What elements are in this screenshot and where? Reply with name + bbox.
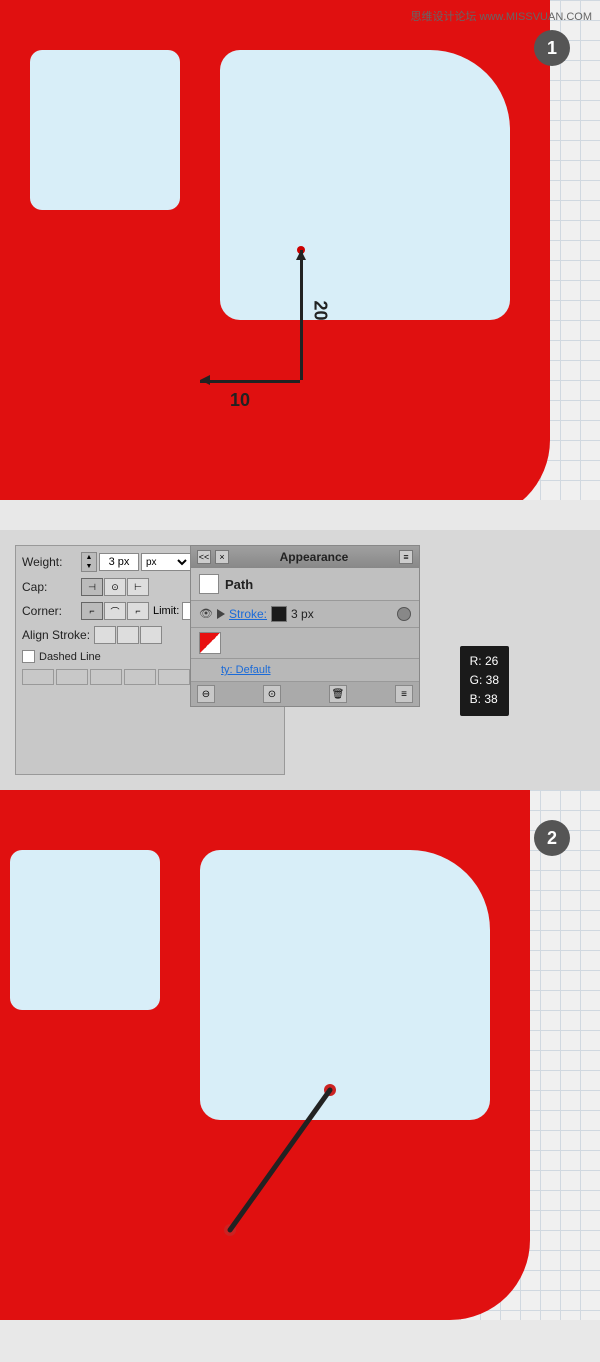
window-left-top: [30, 50, 180, 210]
spin-down[interactable]: ▼: [82, 562, 96, 571]
dash-box-2: [56, 669, 88, 685]
section-bottom: 2: [0, 790, 600, 1350]
cap-round[interactable]: ⊙: [104, 578, 126, 596]
fill-swatch[interactable]: [199, 632, 221, 654]
rgb-b: B: 38: [470, 690, 499, 709]
watermark: 思维设计论坛 www.MISSVUAN.COM: [410, 8, 592, 24]
appearance-path-row: Path: [191, 568, 419, 601]
section-middle: Weight: ▲ ▼ px pt Cap: ⊣ ⊙ ⊢: [0, 530, 600, 790]
corner-label: Corner:: [22, 604, 77, 618]
panel-bottom-bar: ⊖ ⊙ 🗑 ≡: [191, 682, 419, 706]
rgb-r: R: 26: [470, 652, 499, 671]
path-label: Path: [225, 577, 253, 592]
stroke-circle-btn[interactable]: [397, 607, 411, 621]
panel-close-btn[interactable]: ×: [215, 550, 229, 564]
dash-box-5: [158, 669, 190, 685]
panel-bottom-btn-3[interactable]: 🗑: [329, 685, 347, 703]
expand-icon[interactable]: [217, 609, 225, 619]
panel-bottom-btn-1[interactable]: ⊖: [197, 685, 215, 703]
align-outside[interactable]: [140, 626, 162, 644]
corner-bevel[interactable]: ⌐: [127, 602, 149, 620]
diagonal-line: [230, 1090, 330, 1230]
align-inside[interactable]: [117, 626, 139, 644]
panel-bottom-btn-4[interactable]: ≡: [395, 685, 413, 703]
stroke-px-value: 3 px: [291, 607, 314, 621]
rgb-tooltip: R: 26 G: 38 B: 38: [460, 646, 509, 716]
dash-box-1: [22, 669, 54, 685]
align-label: Align Stroke:: [22, 628, 90, 642]
corner-round[interactable]: ⌒: [104, 602, 126, 620]
panel-bottom-btn-2[interactable]: ⊙: [263, 685, 281, 703]
cap-buttons: ⊣ ⊙ ⊢: [81, 578, 149, 596]
stroke-color-swatch[interactable]: [271, 606, 287, 622]
stroke-link[interactable]: Stroke:: [229, 607, 267, 621]
spin-box[interactable]: ▲ ▼: [81, 552, 97, 572]
cap-label: Cap:: [22, 580, 77, 594]
opacity-row: ty: Default: [191, 659, 419, 682]
diagonal-line-container: [180, 1060, 380, 1260]
weight-label: Weight:: [22, 555, 77, 569]
weight-input-group: ▲ ▼ px pt: [81, 552, 191, 572]
eye-icon[interactable]: 👁: [199, 607, 213, 621]
panel-collapse-btn[interactable]: <<: [197, 550, 211, 564]
path-icon: [199, 574, 219, 594]
section-top: 1 20 10: [0, 0, 600, 530]
weight-value-input[interactable]: [99, 553, 139, 571]
window-left-bottom: [10, 850, 160, 1010]
spin-up[interactable]: ▲: [82, 553, 96, 562]
step-badge-1: 1: [534, 30, 570, 66]
white-strip-bottom: [0, 1320, 600, 1350]
appearance-panel-title: Appearance: [280, 550, 349, 564]
dash-box-3: [90, 669, 122, 685]
arrow-vertical-top: [300, 250, 303, 380]
cap-square[interactable]: ⊢: [127, 578, 149, 596]
panel-menu-btn[interactable]: ≡: [399, 550, 413, 564]
label-10: 10: [230, 390, 250, 411]
opacity-label[interactable]: ty: Default: [221, 664, 271, 676]
dashed-checkbox[interactable]: [22, 650, 35, 663]
label-20: 20: [310, 300, 331, 320]
corner-miter[interactable]: ⌐: [81, 602, 103, 620]
align-stroke-buttons: [94, 626, 162, 644]
appearance-panel: << × Appearance ≡ Path 👁 Stroke: 3 px R:…: [190, 545, 420, 707]
weight-unit-dropdown[interactable]: px pt: [141, 553, 191, 571]
rgb-g: G: 38: [470, 671, 499, 690]
dashed-label: Dashed Line: [39, 651, 101, 663]
diagonal-svg: [180, 1060, 380, 1260]
limit-label: Limit:: [153, 605, 179, 617]
dash-box-4: [124, 669, 156, 685]
white-strip-top: [0, 500, 600, 530]
step-badge-2: 2: [534, 820, 570, 856]
cap-butt[interactable]: ⊣: [81, 578, 103, 596]
stroke-appearance-row[interactable]: 👁 Stroke: 3 px R: 26 G: 38 B: 38: [191, 601, 419, 628]
fill-swatch-area: [191, 628, 419, 659]
arrow-horizontal-top: [200, 380, 300, 383]
measurement-area-top: 20 10: [200, 250, 400, 450]
appearance-titlebar: << × Appearance ≡: [191, 546, 419, 568]
panel-left-controls: << ×: [197, 550, 229, 564]
align-center[interactable]: [94, 626, 116, 644]
corner-buttons: ⌐ ⌒ ⌐: [81, 602, 149, 620]
